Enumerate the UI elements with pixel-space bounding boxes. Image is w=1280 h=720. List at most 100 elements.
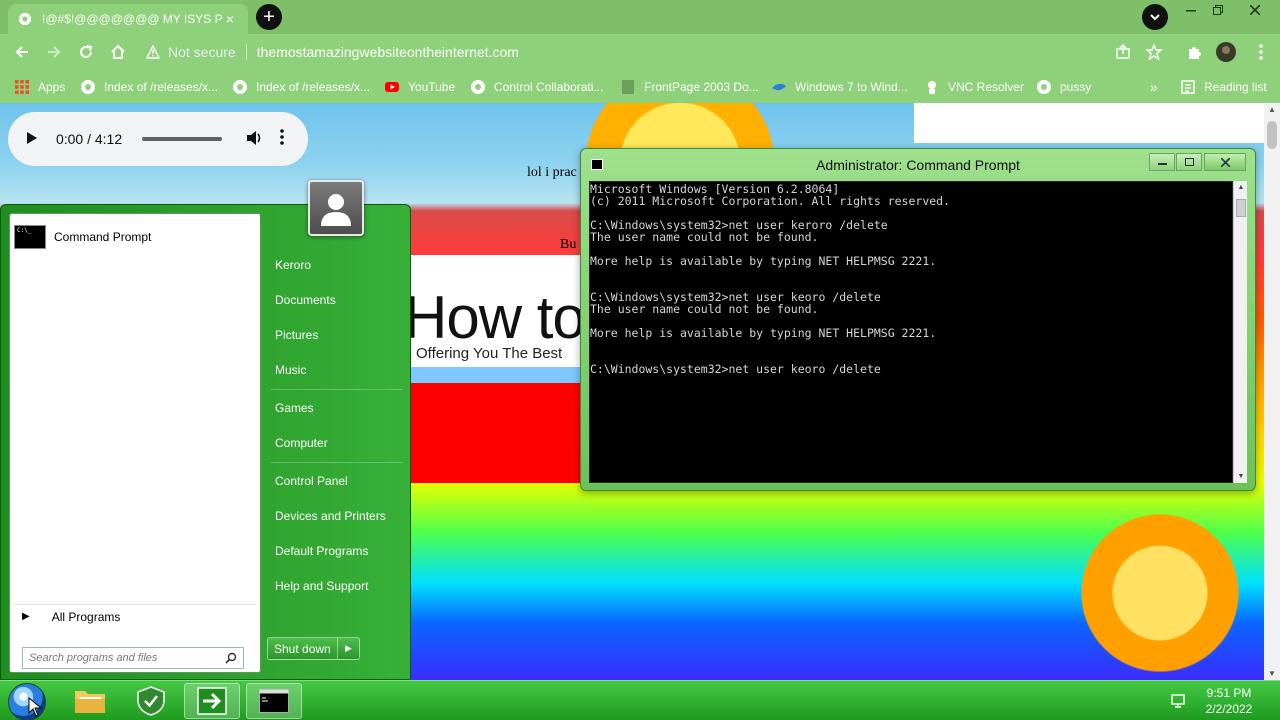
play-icon	[27, 131, 37, 144]
globe-icon	[1037, 80, 1051, 94]
start-item-computer[interactable]: Computer	[275, 429, 328, 457]
start-item-control-panel[interactable]: Control Panel	[275, 467, 348, 495]
minimize-icon	[1186, 10, 1196, 12]
red-block	[410, 383, 590, 483]
tab-search-button[interactable]	[1142, 4, 1168, 30]
chevron-right-icon[interactable]: ▶	[338, 643, 359, 654]
reload-button[interactable]	[74, 40, 98, 64]
start-item-documents[interactable]: Documents	[275, 286, 336, 314]
bookmark-item[interactable]: VNC Resolver	[924, 76, 1024, 98]
taskbar-clock[interactable]: 9:51 PM 2/2/2022	[1196, 685, 1262, 717]
sun-graphic	[1050, 483, 1264, 680]
maximize-icon	[1184, 158, 1194, 166]
reading-list-icon	[1181, 80, 1195, 94]
bookmark-item[interactable]: Windows 7 to Wind...	[771, 76, 908, 98]
audio-more-button[interactable]	[280, 128, 290, 150]
page-icon	[622, 80, 634, 94]
start-item-keroro[interactable]: Keroro	[275, 251, 311, 279]
browser-tab[interactable]: !@#$!@@@@@@@ MY ISYS PR ×	[8, 4, 248, 34]
page-scrollbar[interactable]: ▲ ▼	[1264, 103, 1280, 680]
bookmark-youtube[interactable]: YouTube	[384, 76, 455, 98]
start-menu-divider	[271, 389, 403, 390]
console-output[interactable]: Microsoft Windows [Version 6.2.8064] (c) …	[589, 181, 1233, 483]
start-item-help-support[interactable]: Help and Support	[275, 572, 368, 600]
taskbar-pinned-app-button[interactable]	[184, 683, 240, 719]
bookmark-label: pussy	[1060, 80, 1092, 94]
program-label: Command Prompt	[54, 230, 152, 244]
cmd-maximize-button[interactable]	[1176, 153, 1202, 171]
taskbar-explorer-button[interactable]	[62, 683, 118, 719]
security-label[interactable]: Not secure	[168, 44, 236, 60]
audio-player: 0:00 / 4:12	[8, 112, 308, 166]
globe-icon	[18, 12, 32, 26]
window-minimize-button[interactable]	[1176, 0, 1206, 20]
scrollbar-thumb[interactable]	[1267, 121, 1277, 149]
user-avatar[interactable]	[308, 180, 364, 236]
globe-icon	[233, 80, 247, 94]
audio-time: 0:00 / 4:12	[55, 131, 123, 147]
folder-icon	[75, 691, 105, 713]
start-search-input[interactable]: Search programs and files	[22, 647, 244, 669]
new-tab-button[interactable]: +	[256, 4, 282, 30]
start-item-pictures[interactable]: Pictures	[275, 321, 318, 349]
window-title-bar[interactable]: Administrator: Command Prompt	[581, 149, 1255, 179]
address-bar[interactable]: Not secure themostamazingwebsiteontheint…	[140, 38, 1176, 66]
start-menu-program-item[interactable]: C:\_ Command Prompt	[14, 222, 256, 252]
bookmark-label: VNC Resolver	[948, 80, 1025, 94]
globe-icon	[81, 80, 95, 94]
bookmarks-overflow-button[interactable]: »	[1150, 76, 1158, 98]
console-scrollbar[interactable]: ▲ ▼	[1233, 181, 1247, 483]
start-item-devices-printers[interactable]: Devices and Printers	[275, 502, 386, 530]
home-button[interactable]	[106, 40, 130, 64]
scroll-up-arrow-icon[interactable]: ▲	[1234, 184, 1248, 191]
tab-close-icon[interactable]: ×	[222, 11, 238, 27]
scroll-up-arrow-icon[interactable]: ▲	[1264, 105, 1280, 114]
arrow-right-icon	[48, 46, 61, 58]
forward-button[interactable]	[42, 40, 66, 64]
bookmark-item[interactable]: Control Collaborati...	[470, 76, 603, 98]
volume-icon	[247, 130, 261, 145]
window-close-button[interactable]	[1240, 0, 1270, 20]
shutdown-button[interactable]: Shut down ▶	[267, 637, 360, 660]
scroll-down-arrow-icon[interactable]: ▼	[1234, 473, 1248, 480]
scroll-down-arrow-icon[interactable]: ▼	[1264, 669, 1280, 678]
bookmark-item[interactable]: FrontPage 2003 Do...	[620, 76, 759, 98]
windows-icon	[772, 83, 786, 91]
audio-progress-slider[interactable]	[142, 137, 223, 141]
play-button[interactable]	[26, 131, 46, 148]
taskbar-command-prompt-button[interactable]	[246, 683, 302, 719]
window-restore-button[interactable]	[1203, 0, 1233, 20]
bookmark-item[interactable]: Index of /releases/x...	[80, 76, 218, 98]
close-icon	[1220, 157, 1230, 167]
scrollbar-thumb[interactable]	[1236, 199, 1246, 217]
bookmark-label: Control Collaborati...	[494, 80, 604, 94]
restore-icon	[1213, 5, 1223, 15]
banner-subtitle: Offering You The Best	[416, 345, 563, 362]
browser-toolbar: Not secure themostamazingwebsiteontheint…	[0, 34, 1280, 70]
start-item-music[interactable]: Music	[275, 356, 306, 384]
bookmark-label: FrontPage 2003 Do...	[644, 80, 759, 94]
profile-avatar[interactable]	[1215, 42, 1237, 62]
start-item-games[interactable]: Games	[275, 394, 314, 422]
back-button[interactable]	[10, 40, 34, 64]
start-item-default-programs[interactable]: Default Programs	[275, 537, 368, 565]
extensions-button[interactable]	[1183, 42, 1205, 62]
all-programs-button[interactable]: ▶ All Programs	[14, 604, 256, 628]
volume-button[interactable]	[246, 130, 266, 149]
how-to-banner: How to Offering You The Best	[410, 255, 590, 383]
start-menu: C:\_ Command Prompt ▶ All Programs Searc…	[0, 204, 411, 680]
bookmark-item[interactable]: pussy	[1036, 76, 1091, 98]
bookmark-apps[interactable]: Apps	[14, 76, 65, 98]
globe-icon	[471, 80, 485, 94]
bookmark-star-button[interactable]	[1143, 42, 1165, 62]
network-icon[interactable]	[1170, 692, 1188, 710]
console-line: C:\Windows\system32>net user keoro /dele…	[590, 362, 881, 376]
cmd-close-button[interactable]	[1204, 153, 1246, 171]
cmd-minimize-button[interactable]	[1149, 153, 1175, 171]
taskbar-security-button[interactable]	[123, 683, 179, 719]
bookmark-item[interactable]: Index of /releases/x...	[232, 76, 370, 98]
url-text[interactable]: themostamazingwebsiteontheinternet.com	[257, 44, 519, 60]
share-button[interactable]	[1112, 42, 1134, 62]
reading-list-button[interactable]: Reading list	[1180, 76, 1267, 98]
browser-menu-button[interactable]	[1250, 42, 1272, 62]
